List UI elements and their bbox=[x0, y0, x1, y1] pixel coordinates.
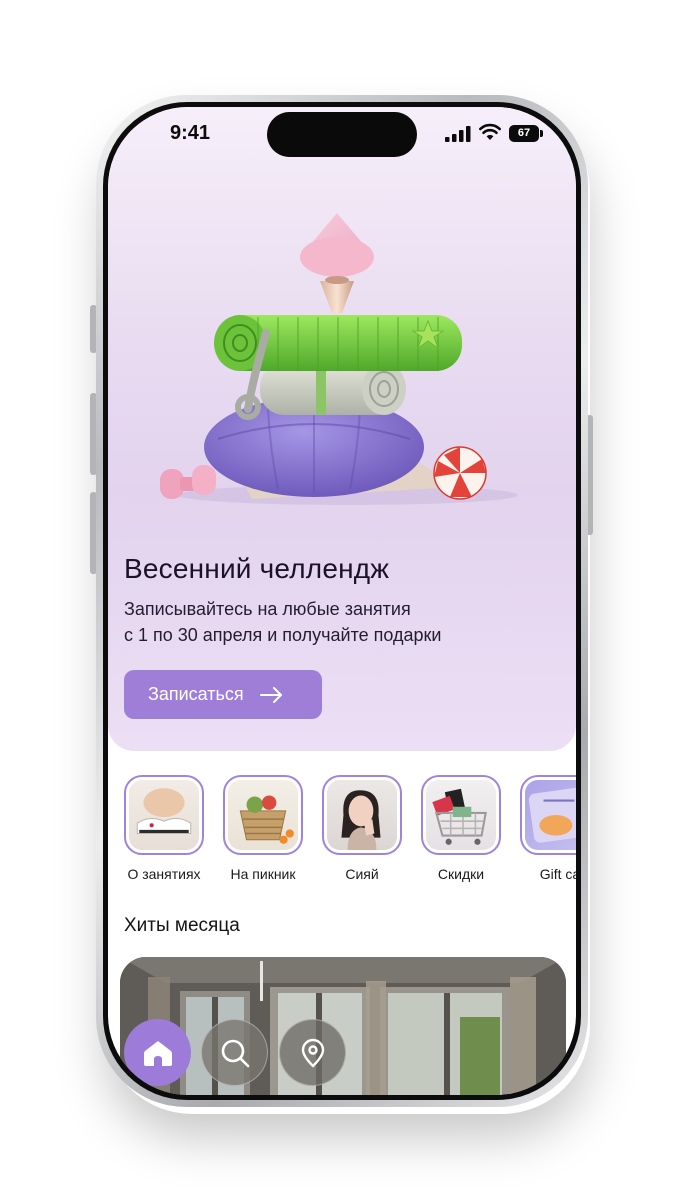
studio-card[interactable] bbox=[120, 957, 566, 1095]
hero-subtitle-line: с 1 по 30 апреля и получайте подарки bbox=[124, 625, 442, 645]
category-label: Сияй bbox=[345, 866, 379, 882]
nav-map-button[interactable] bbox=[279, 1019, 346, 1086]
fitness-props-illustration bbox=[160, 213, 518, 505]
category-thumbnail bbox=[124, 775, 204, 855]
category-thumbnail bbox=[223, 775, 303, 855]
hero-subtitle: Записывайтесь на любые занятия с 1 по 30… bbox=[124, 596, 441, 648]
category-carousel[interactable]: О занятиях На пикник Сияй Скидки Gift c bbox=[108, 775, 576, 895]
portrait-photo bbox=[341, 790, 381, 850]
cellular-signal-icon bbox=[445, 126, 471, 142]
wifi-icon bbox=[479, 123, 501, 140]
signup-button-label: Записаться bbox=[148, 684, 244, 704]
gift-card-photo bbox=[528, 787, 576, 843]
picnic-basket-photo bbox=[239, 795, 294, 844]
hero-banner[interactable]: 9:41 67 Весенний челлендж Записывайтесь … bbox=[108, 107, 576, 751]
battery-tip bbox=[540, 130, 543, 137]
studio-interior-photo bbox=[120, 957, 566, 1095]
arrow-right-icon bbox=[259, 686, 282, 703]
category-shine[interactable]: Сияй bbox=[312, 775, 412, 882]
home-icon bbox=[143, 1040, 172, 1066]
category-picnic[interactable]: На пикник bbox=[213, 775, 313, 882]
signup-button[interactable]: Записаться bbox=[124, 670, 322, 719]
category-thumbnail bbox=[322, 775, 402, 855]
category-label: На пикник bbox=[230, 866, 296, 882]
category-discounts[interactable]: Скидки bbox=[411, 775, 511, 882]
category-thumbnail bbox=[520, 775, 576, 855]
nav-home-button[interactable] bbox=[124, 1019, 191, 1086]
category-about-classes[interactable]: О занятиях bbox=[114, 775, 214, 882]
category-thumbnail bbox=[421, 775, 501, 855]
status-bar: 9:41 67 bbox=[108, 107, 576, 163]
search-icon bbox=[221, 1039, 249, 1067]
category-label: О занятиях bbox=[127, 866, 201, 882]
dynamic-island bbox=[267, 112, 417, 157]
shopping-cart-photo bbox=[432, 788, 487, 845]
category-label: Скидки bbox=[437, 866, 485, 882]
hero-subtitle-line: Записывайтесь на любые занятия bbox=[124, 599, 411, 619]
category-label: Gift ca bbox=[539, 866, 576, 882]
category-gift-card[interactable]: Gift ca bbox=[510, 775, 576, 882]
phone-screen: 9:41 67 Весенний челлендж Записывайтесь … bbox=[108, 107, 576, 1095]
battery-icon: 67 bbox=[509, 125, 539, 142]
status-time: 9:41 bbox=[170, 122, 211, 144]
section-title: Хиты месяца bbox=[124, 915, 240, 936]
nav-search-button[interactable] bbox=[201, 1019, 268, 1086]
sneakers-photo bbox=[136, 788, 192, 835]
location-pin-icon bbox=[301, 1038, 324, 1067]
hero-title: Весенний челлендж bbox=[124, 553, 390, 584]
